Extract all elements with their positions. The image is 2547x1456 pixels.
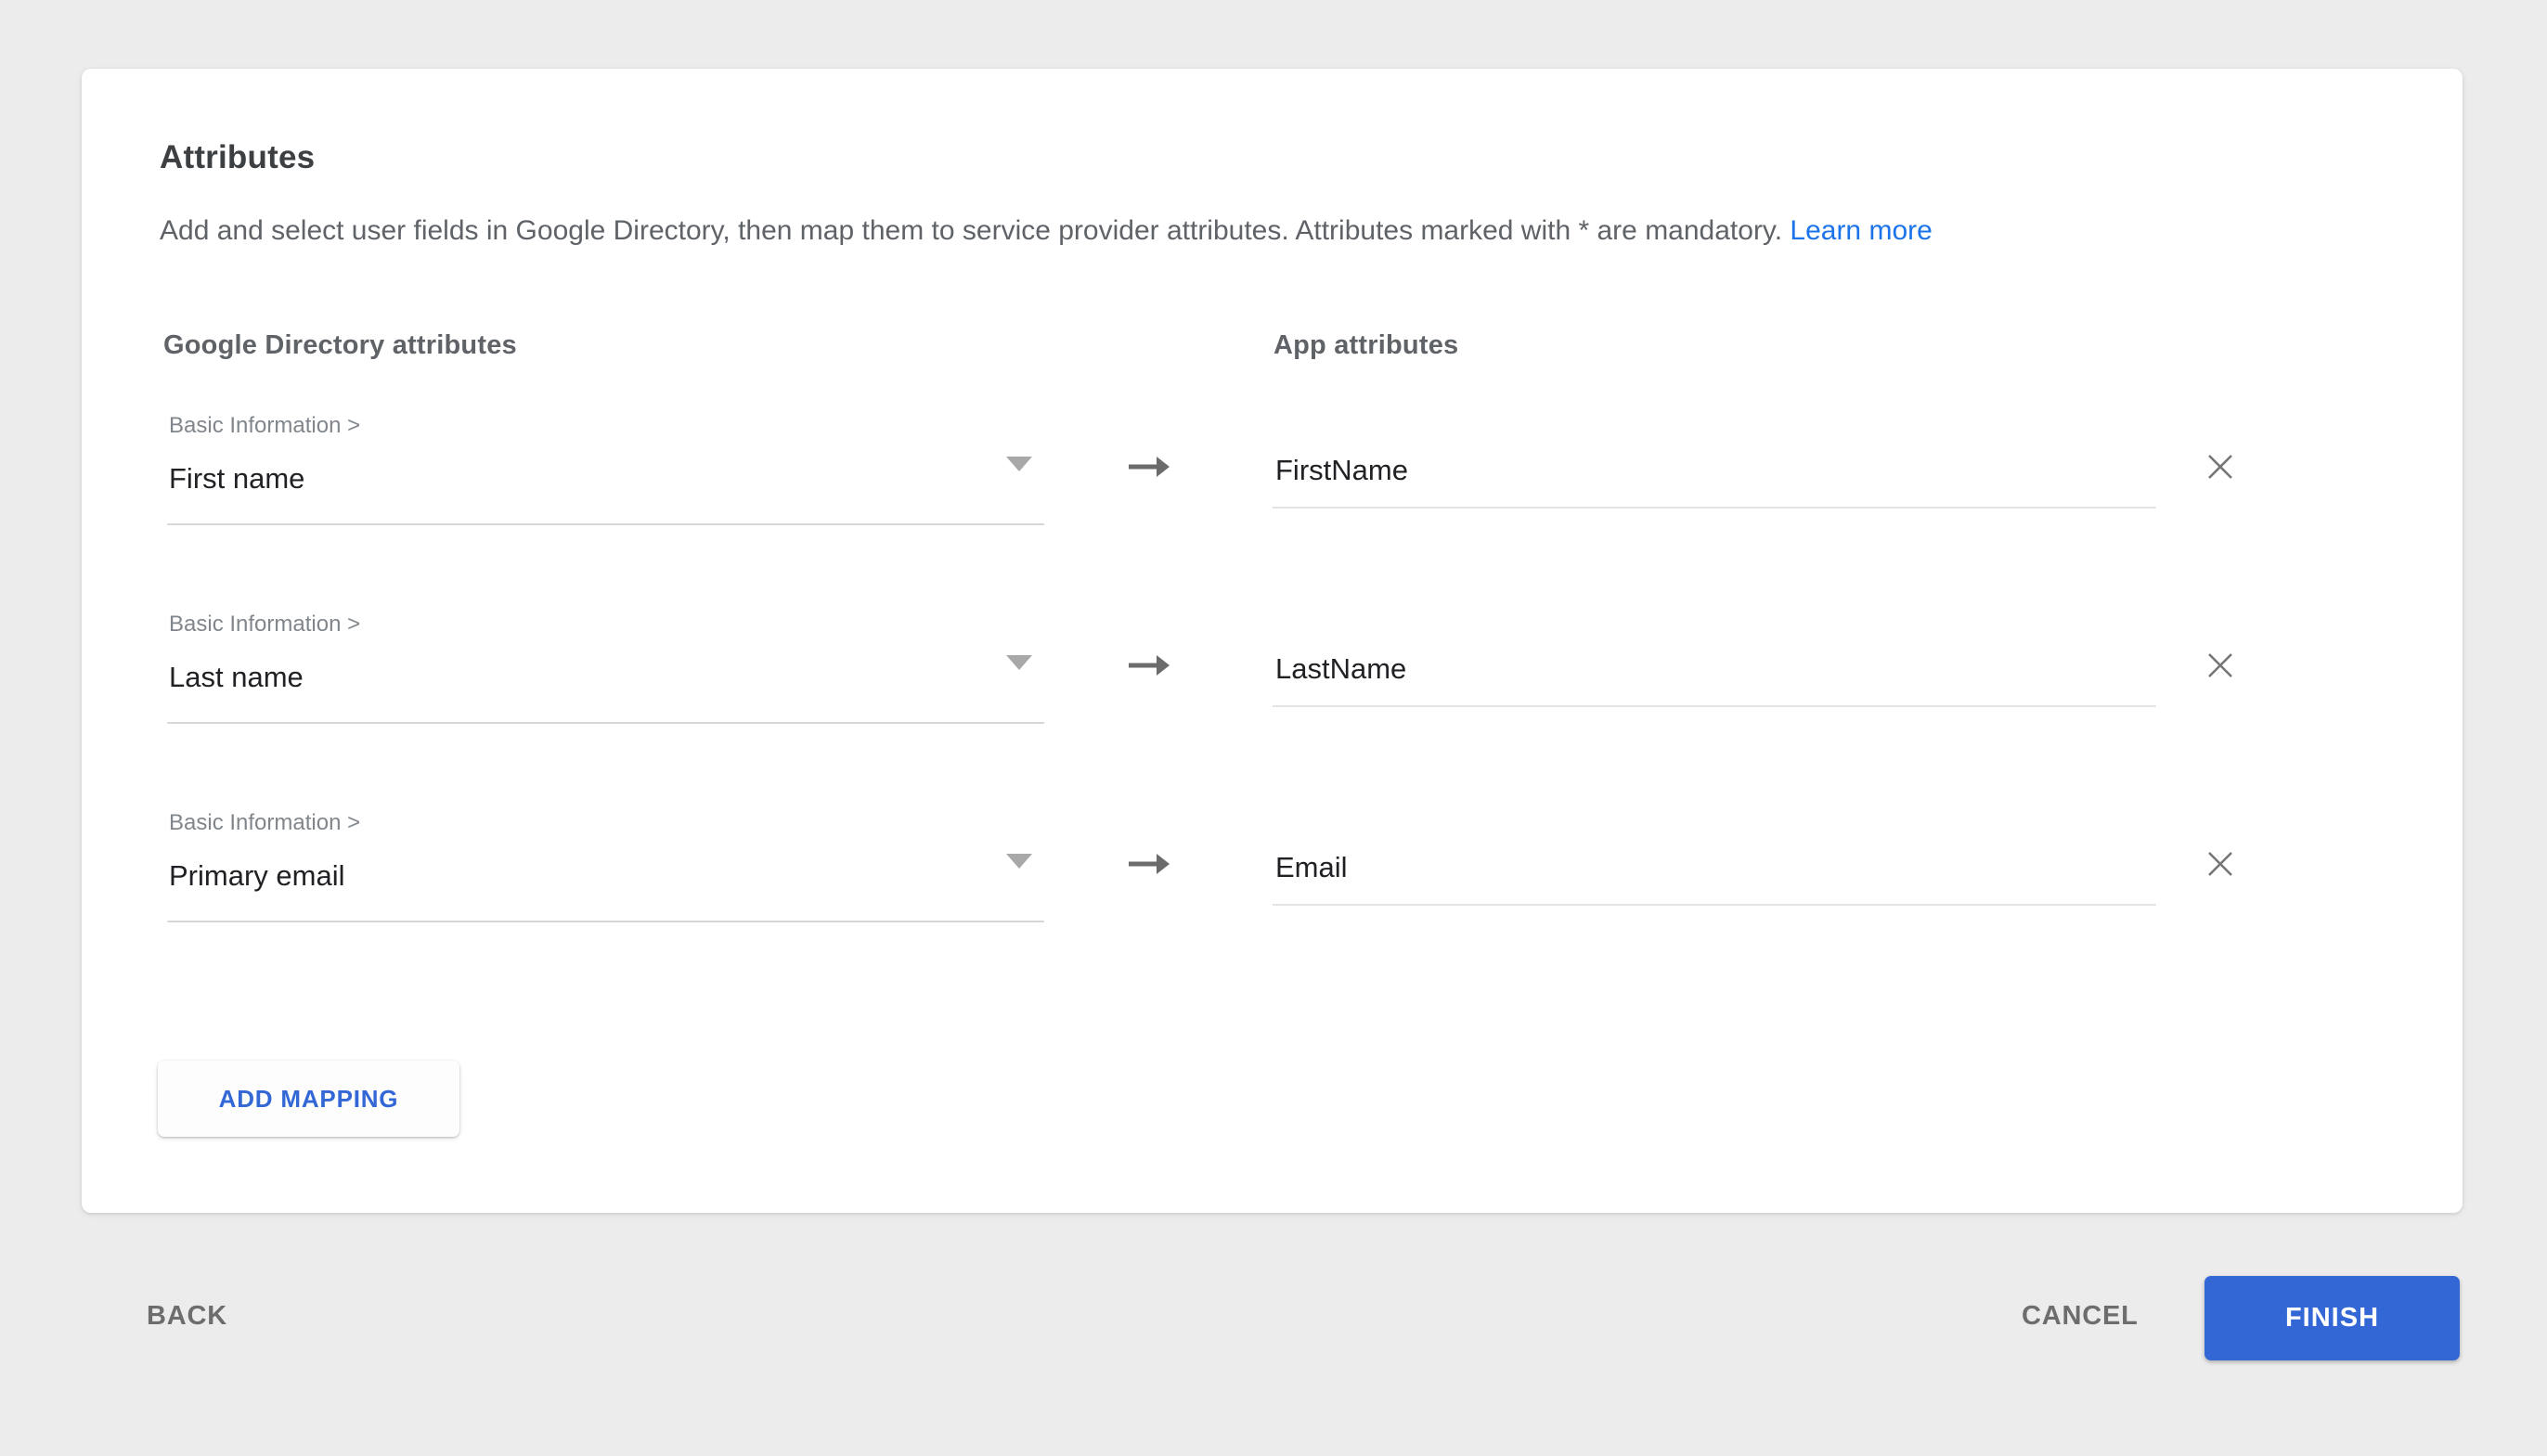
close-icon	[2204, 847, 2237, 881]
finish-button[interactable]: FINISH	[2204, 1276, 2460, 1360]
cancel-button[interactable]: CANCEL	[2022, 1301, 2139, 1332]
app-attribute-input[interactable]	[1273, 447, 2156, 509]
right-arrow-icon	[1127, 455, 1171, 479]
close-icon	[2204, 649, 2237, 682]
page-title: Attributes	[160, 139, 315, 176]
remove-mapping-button[interactable]	[2189, 435, 2252, 498]
right-arrow-icon	[1127, 653, 1171, 677]
google-attribute-select[interactable]: Basic Information > First name	[167, 408, 1046, 525]
close-icon	[2204, 450, 2237, 483]
column-header-app-attributes: App attributes	[1274, 330, 1458, 361]
google-attribute-select[interactable]: Basic Information > Last name	[167, 607, 1046, 724]
attribute-value: Last name	[169, 661, 304, 694]
learn-more-link[interactable]: Learn more	[1790, 215, 1932, 246]
back-button[interactable]: BACK	[147, 1301, 227, 1332]
app-attribute-input[interactable]	[1273, 844, 2156, 906]
caret-down-icon	[1006, 854, 1032, 869]
attribute-category-label: Basic Information >	[169, 413, 360, 439]
remove-mapping-button[interactable]	[2189, 634, 2252, 697]
google-attribute-select[interactable]: Basic Information > Primary email	[167, 805, 1046, 922]
attributes-card: Attributes Add and select user fields in…	[82, 69, 2463, 1213]
select-underline	[167, 921, 1044, 922]
attribute-value: First name	[169, 462, 304, 496]
add-mapping-button[interactable]: ADD MAPPING	[158, 1061, 459, 1137]
remove-mapping-button[interactable]	[2189, 832, 2252, 896]
select-underline	[167, 722, 1044, 724]
column-header-google-directory: Google Directory attributes	[163, 330, 517, 361]
caret-down-icon	[1006, 457, 1032, 471]
select-underline	[167, 523, 1044, 525]
caret-down-icon	[1006, 655, 1032, 670]
description-text: Add and select user fields in Google Dir…	[160, 215, 1782, 246]
attribute-value: Primary email	[169, 859, 344, 893]
description: Add and select user fields in Google Dir…	[160, 215, 1933, 247]
app-attribute-input[interactable]	[1273, 646, 2156, 707]
attribute-category-label: Basic Information >	[169, 612, 360, 638]
attribute-category-label: Basic Information >	[169, 810, 360, 836]
right-arrow-icon	[1127, 852, 1171, 876]
